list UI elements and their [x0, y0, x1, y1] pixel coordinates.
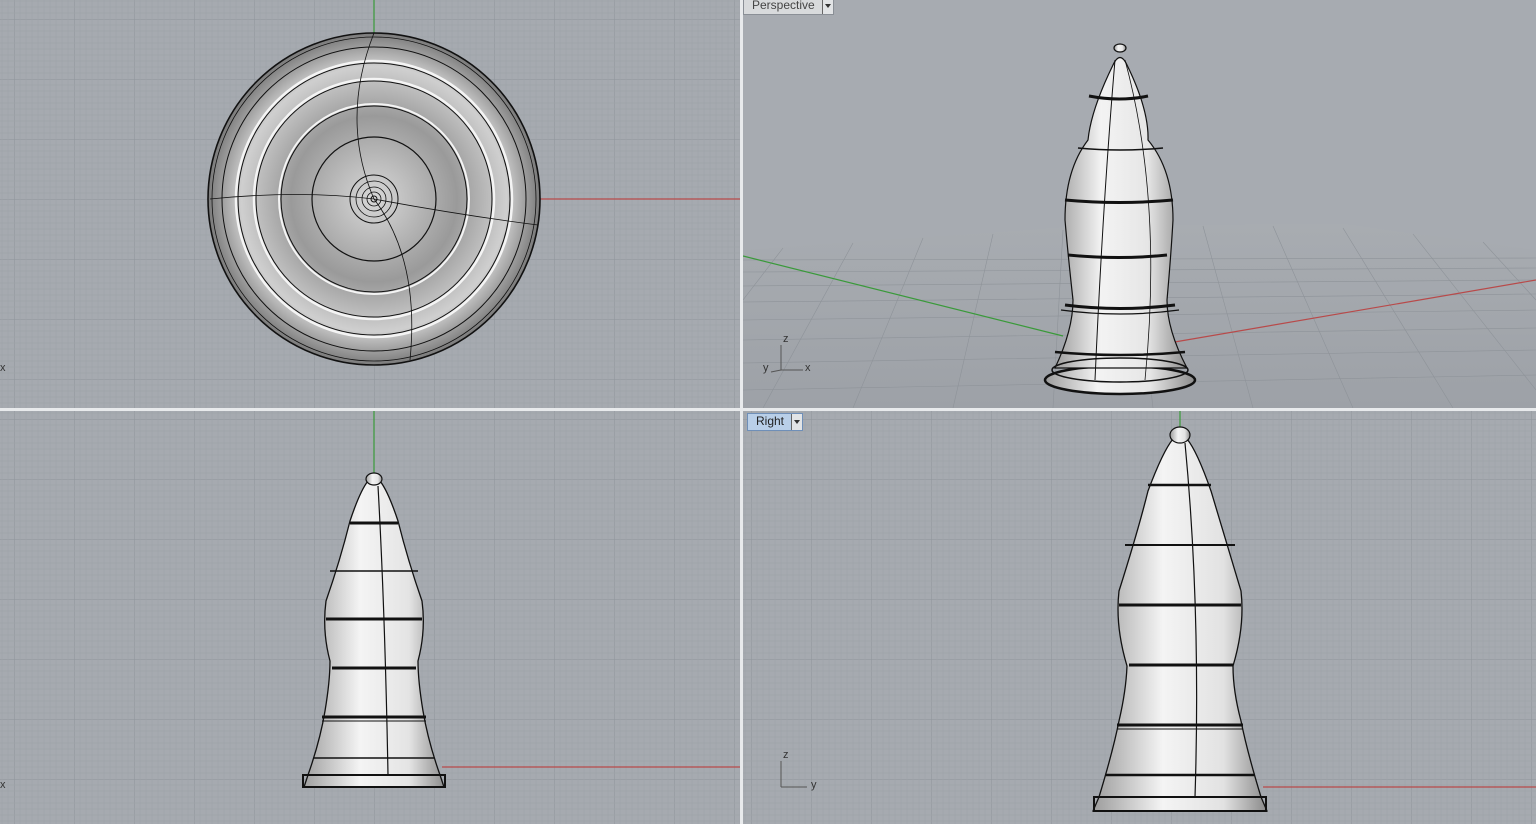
front-view-scene: [0, 411, 740, 824]
axis-label-z: z: [783, 749, 789, 761]
axis-label-x: x: [805, 362, 811, 374]
chevron-down-icon[interactable]: [821, 0, 833, 14]
viewport-perspective[interactable]: Perspective z y x: [743, 0, 1536, 408]
axis-label-y: y: [763, 362, 769, 374]
viewport-tab-perspective[interactable]: Perspective: [743, 0, 834, 15]
axis-label-z: z: [783, 333, 789, 345]
axis-label-x: x: [0, 779, 6, 791]
viewport-title: Perspective: [752, 0, 815, 12]
axis-label-x: x: [0, 362, 6, 374]
perspective-view-scene: [743, 0, 1536, 408]
viewport-divider-vertical[interactable]: [740, 0, 743, 824]
viewport-front[interactable]: x: [0, 411, 740, 824]
axis-label-y: y: [811, 779, 817, 791]
viewport-divider-horizontal[interactable]: [0, 408, 1536, 411]
right-view-scene: [743, 411, 1536, 824]
viewport-tab-right[interactable]: Right: [747, 413, 804, 431]
viewport-right[interactable]: Right z y: [743, 411, 1536, 824]
viewport-top[interactable]: x: [0, 0, 740, 408]
chess-bishop-top: [207, 32, 541, 366]
viewport-title: Right: [756, 414, 785, 428]
chevron-down-icon[interactable]: [791, 414, 803, 430]
top-view-scene: [0, 0, 740, 408]
